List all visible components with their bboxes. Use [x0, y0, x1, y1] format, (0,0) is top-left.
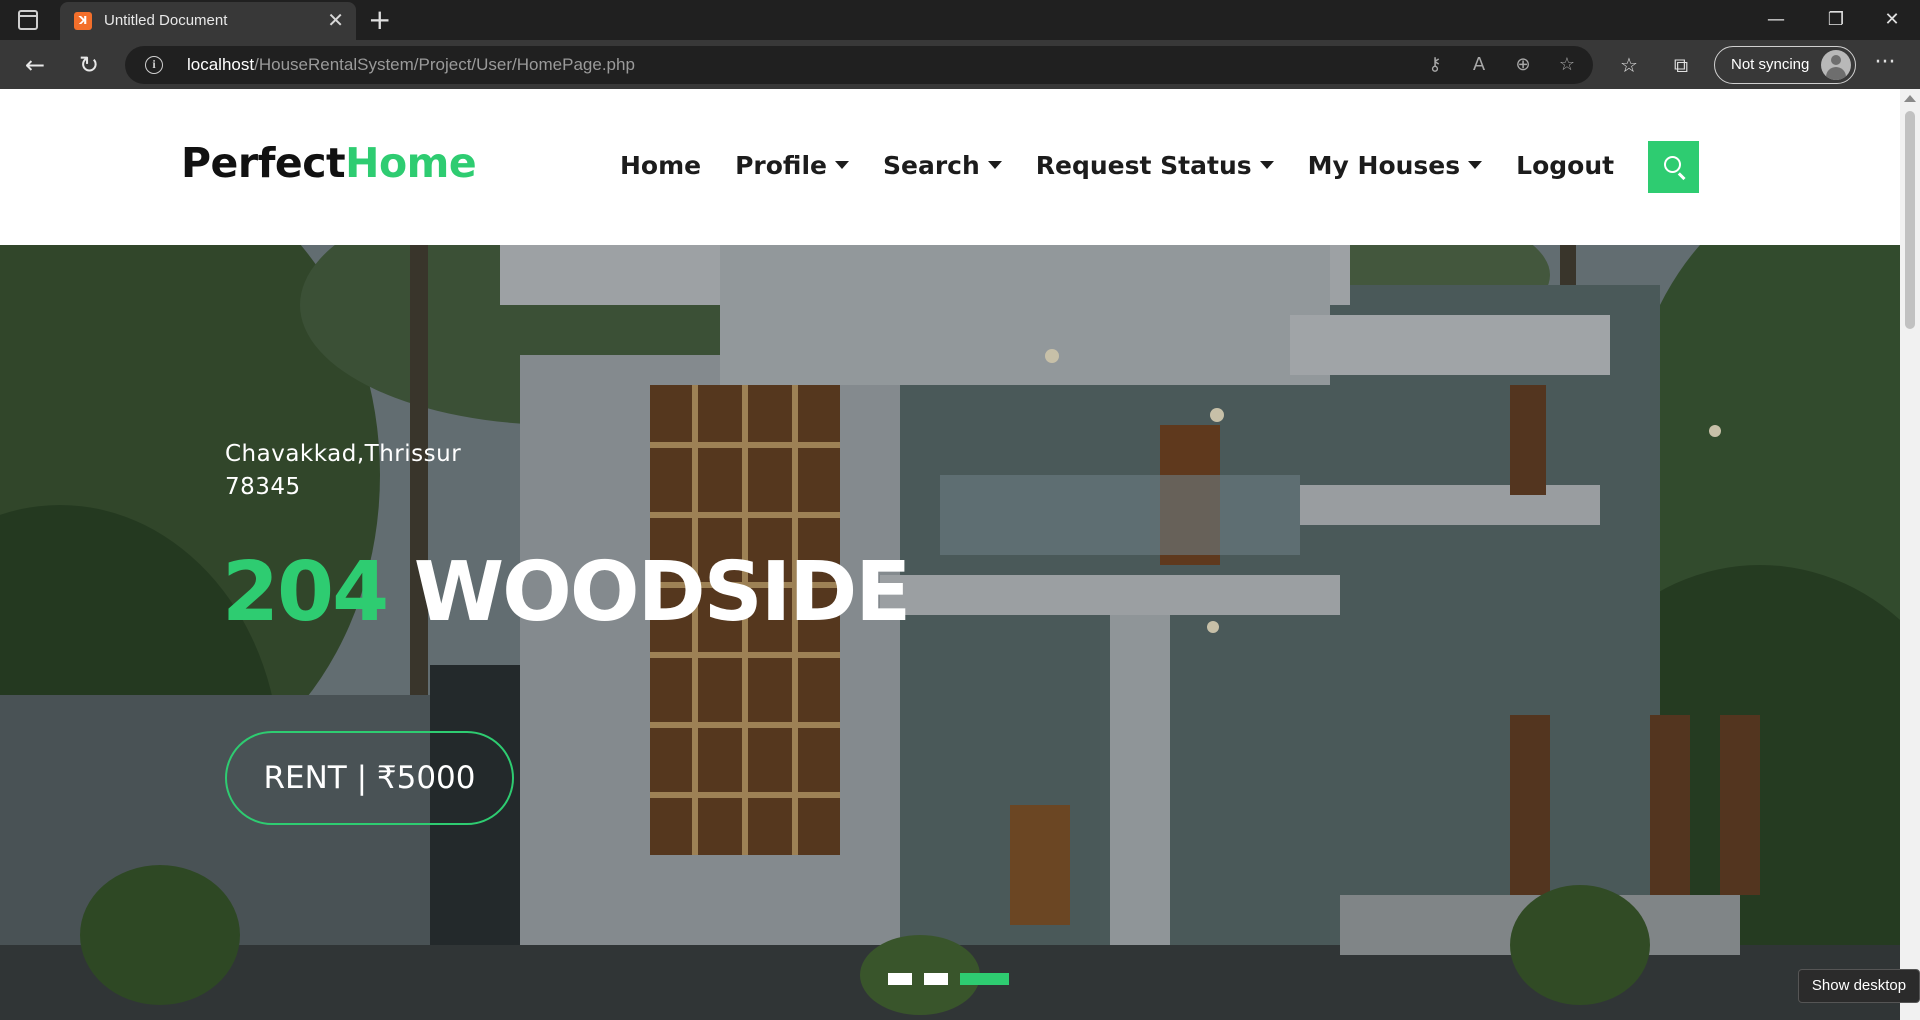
caret-down-icon: [1259, 161, 1274, 169]
address-line-2: 78345: [225, 474, 301, 500]
minimize-icon[interactable]: —: [1746, 4, 1806, 36]
favorites-icon[interactable]: ☆: [1608, 48, 1650, 82]
site-info-icon[interactable]: i: [145, 56, 163, 74]
zoom-icon[interactable]: ⊕: [1507, 53, 1539, 77]
refresh-icon[interactable]: ↻: [72, 48, 106, 82]
search-icon-handle: [1678, 172, 1686, 180]
url-path: /HouseRentalSystem/Project/User/HomePage…: [254, 55, 635, 74]
avatar: [1821, 50, 1851, 80]
new-tab-icon[interactable]: +: [368, 3, 391, 37]
address-line-1: Chavakkad,Thrissur: [225, 441, 462, 467]
nav-home[interactable]: Home: [620, 151, 701, 180]
nav-profile[interactable]: Profile: [735, 151, 849, 180]
nav-profile-label: Profile: [735, 150, 827, 180]
back-icon[interactable]: ←: [18, 48, 52, 82]
close-tab-icon[interactable]: ✕: [327, 8, 344, 32]
nav-search[interactable]: Search: [883, 151, 1002, 180]
caret-down-icon: [835, 161, 849, 169]
search-button[interactable]: [1648, 141, 1699, 193]
caret-down-icon: [1468, 161, 1483, 169]
read-aloud-icon[interactable]: A: [1463, 53, 1495, 77]
url-text[interactable]: localhost/HouseRentalSystem/Project/User…: [187, 55, 635, 75]
nav-request-status-label: Request Status: [1035, 150, 1252, 180]
browser-tab-bar: ꓘ Untitled Document ✕ + — ❐ ✕: [0, 0, 1920, 40]
browser-toolbar: ← ↻ i localhost/HouseRentalSystem/Projec…: [0, 40, 1920, 89]
nav-home-label: Home: [620, 150, 702, 180]
scroll-thumb[interactable]: [1905, 111, 1915, 329]
caret-down-icon: [987, 161, 1002, 169]
xampp-favicon-icon: ꓘ: [74, 12, 92, 30]
house-name: WOODSIDE: [413, 545, 912, 640]
address-bar[interactable]: i localhost/HouseRentalSystem/Project/Us…: [125, 46, 1593, 84]
nav-my-houses[interactable]: My Houses: [1308, 151, 1483, 180]
page-scrollbar[interactable]: [1900, 89, 1920, 1020]
logo-part-2: Home: [345, 139, 477, 187]
password-key-icon[interactable]: ⚷: [1419, 53, 1451, 77]
scroll-up-icon[interactable]: [1904, 95, 1916, 102]
site-logo[interactable]: PerfectHome: [181, 139, 477, 187]
profile-sync-button[interactable]: Not syncing: [1714, 46, 1856, 84]
site-header: PerfectHome Home Profile Search Request …: [0, 89, 1900, 245]
tab-title: Untitled Document: [104, 12, 228, 29]
close-window-icon[interactable]: ✕: [1862, 4, 1920, 36]
carousel-dot-3[interactable]: [960, 973, 1009, 985]
url-host: localhost: [187, 55, 255, 74]
more-options-icon[interactable]: ···: [1868, 48, 1902, 82]
search-icon: [1664, 156, 1681, 173]
house-number: 204: [222, 545, 389, 640]
restore-icon[interactable]: ❐: [1806, 4, 1866, 36]
browser-tab[interactable]: ꓘ Untitled Document ✕: [60, 2, 356, 40]
carousel-dot-2[interactable]: [924, 973, 948, 985]
nav-search-label: Search: [883, 150, 980, 180]
nav-request-status[interactable]: Request Status: [1036, 151, 1274, 180]
house-title: 204 WOODSIDE: [222, 545, 912, 640]
nav-logout[interactable]: Logout: [1516, 151, 1614, 180]
carousel-dot-1[interactable]: [888, 973, 912, 985]
tab-actions-icon[interactable]: [18, 10, 38, 30]
hero-banner: Chavakkad,Thrissur 78345 204 WOODSIDE RE…: [0, 245, 1900, 1020]
logo-part-1: Perfect: [181, 139, 346, 187]
main-nav: Home Profile Search Request Status My Ho…: [620, 145, 1648, 185]
collections-icon[interactable]: ⧉: [1660, 48, 1702, 82]
address-bar-actions: ⚷ A ⊕ ☆: [1419, 53, 1583, 77]
sync-label: Not syncing: [1731, 56, 1810, 73]
nav-my-houses-label: My Houses: [1307, 150, 1461, 180]
web-page: PerfectHome Home Profile Search Request …: [0, 89, 1900, 1020]
nav-logout-label: Logout: [1516, 150, 1615, 180]
rent-button[interactable]: RENT | ₹5000: [225, 731, 514, 825]
carousel-indicators: [888, 973, 1009, 985]
show-desktop-tooltip: Show desktop: [1798, 969, 1920, 1003]
add-favorite-icon[interactable]: ☆: [1551, 53, 1583, 77]
toolbar-actions: ☆ ⧉: [1608, 48, 1702, 82]
